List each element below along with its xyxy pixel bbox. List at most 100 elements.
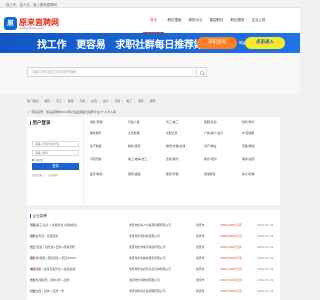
category-grid: 销售/营销 行政人事 普工/技工 客服/售后 财务/审计 餐饮服务 文员助理 文…	[87, 117, 280, 205]
job-city: 重庆市	[196, 245, 205, 249]
category-link[interactable]: 文职文员	[166, 131, 178, 135]
category-link[interactable]: 医疗/制药	[90, 172, 103, 176]
job-row[interactable]: [急] 服务员/收银 | 包吃包住 +转正5000+ 重庆市优秀餐饮服务有限公司 …	[30, 256, 277, 265]
category-link[interactable]: 客服/售后	[204, 120, 217, 124]
job-company[interactable]: 重庆市优秀物流有限公司	[129, 278, 160, 282]
job-row[interactable]: [急] 招聘业务员，无需经验 重庆市优秀科技有限公司 重庆市 5000-8000元…	[30, 234, 277, 243]
site-logo[interactable]: 原 原来直聘网 www.yuanlai.com	[4, 17, 66, 32]
nav-item-direct-jobs[interactable]: 直招职位	[206, 8, 227, 33]
notice-text: 原来直聘：原来直聘网2024年记住最新职位招聘平台1个人才入库	[31, 110, 116, 114]
category-link[interactable]: IT/互联网	[242, 131, 254, 135]
job-city: 重庆市	[196, 278, 205, 282]
job-salary: 3000-6000元/月	[220, 223, 242, 227]
checkbox-icon	[32, 158, 35, 162]
hot-item[interactable]: 行政	[115, 99, 121, 103]
section-title: 企业急聘	[30, 214, 47, 219]
job-row[interactable]: [急] 电话客服 | 坐班无需外出 +底薪提成 重庆市优秀商务信息咨询有限公司 重…	[30, 267, 277, 276]
promo-banner[interactable]: 找工作 更容易 求职社群每日推荐好工作 求职咨询 聘留一对一 点击进入	[0, 33, 300, 53]
main-panel: 用户登录 记住我 登录 免费注册 | 忘记密码 销售/营销 行政人事 普工/技工…	[27, 117, 280, 205]
nav-item-resume-center[interactable]: 简历中心	[185, 8, 206, 33]
hot-item[interactable]: 销售	[44, 99, 50, 103]
hot-searches: 热门搜索： 销售 | 普工 | 客服 | 司机 | 文员 | 会计 | 行政 | 电工 | 保安…	[27, 99, 156, 103]
category-link[interactable]: 司机驾驶	[90, 157, 102, 161]
hot-item[interactable]: 会计	[103, 99, 109, 103]
category-link[interactable]: 其他职位	[204, 172, 216, 176]
job-salary: 4000-6000元/月	[220, 256, 242, 260]
category-link[interactable]: 普工/技工	[166, 120, 179, 124]
category-link[interactable]: 餐饮服务	[90, 131, 102, 135]
search-input[interactable]	[27, 67, 197, 77]
search-button[interactable]	[197, 67, 207, 77]
job-date: 2024-07-29	[257, 245, 274, 249]
category-link[interactable]: 物流/仓储/交通	[166, 144, 185, 148]
login-panel: 用户登录 记住我 登录 免费注册 | 忘记密码	[27, 117, 84, 205]
category-link[interactable]: 电子/机械	[242, 172, 255, 176]
job-row[interactable]: [急] 平面/美工/设计 +免费培训+提供食宿 重庆市优秀人力资源管理有限公司 重…	[30, 223, 277, 232]
hot-item[interactable]: 电工	[126, 99, 132, 103]
hot-item[interactable]: 厨师	[150, 99, 156, 103]
remember-checkbox[interactable]: 记住我	[32, 158, 43, 162]
hot-item[interactable]: 普工	[56, 99, 62, 103]
logo-domain: www.yuanlai.com	[19, 26, 44, 30]
category-link[interactable]: 教育/培训	[204, 157, 217, 161]
category-link[interactable]: 广告/媒介/设计	[204, 131, 223, 135]
register-links[interactable]: 免费注册 | 忘记密码	[32, 173, 58, 177]
category-link[interactable]: 文员助理	[128, 131, 140, 135]
job-date: 2024-07-29	[257, 278, 274, 282]
job-date: 2024-07-29	[257, 256, 274, 260]
category-link[interactable]: 生产制造	[90, 144, 102, 148]
search-area	[0, 53, 300, 94]
job-salary: 4000-5500元/月	[220, 278, 242, 282]
job-company[interactable]: 重庆市优秀餐饮服务有限公司	[129, 256, 165, 260]
username-field[interactable]	[32, 141, 79, 147]
login-title: 用户登录	[30, 120, 51, 126]
category-link[interactable]: 房产/物业	[204, 144, 217, 148]
job-city: 重庆市	[196, 267, 205, 271]
category-link[interactable]: 餐饮/酒店	[128, 144, 141, 148]
category-link[interactable]: 电商/运营	[242, 157, 255, 161]
job-date: 2024-07-29	[257, 267, 274, 271]
job-row[interactable]: [急] 行政文员 | 双休 +五险一金 重庆市优秀企业管理有限公司 重庆市 350…	[30, 289, 277, 298]
job-salary: 4000-7000元/月	[220, 267, 242, 271]
banner-headline: 找工作 更容易 求职社群每日推荐好工作	[37, 40, 224, 51]
top-utility-bar: 找工作，招人才，就上原来直聘网	[0, 0, 300, 8]
category-link[interactable]: 财务/审计	[242, 120, 255, 124]
search-icon	[199, 70, 205, 76]
job-row[interactable]: [急] 普工/包装 | 包吃住+五险+周末双休 重庆市优秀电子科技有限公司 重庆市…	[30, 245, 277, 254]
category-link[interactable]: 电工/电焊/化工	[128, 157, 147, 161]
category-link[interactable]: 保险/金融	[128, 172, 141, 176]
job-company[interactable]: 重庆市优秀人力资源管理有限公司	[129, 223, 171, 227]
nav-item-job-services[interactable]: 职位服务	[227, 8, 248, 33]
hot-item[interactable]: 客服	[68, 99, 74, 103]
notice-bar[interactable]: ♫ 原来直聘：原来直聘网2024年记住最新职位招聘平台1个人才入库	[27, 110, 116, 114]
job-company[interactable]: 重庆市优秀企业管理有限公司	[129, 289, 165, 293]
job-company[interactable]: 重庆市优秀科技有限公司	[129, 234, 160, 238]
hot-label: 热门搜索：	[27, 99, 42, 103]
category-link[interactable]: 影视/娱乐	[166, 157, 179, 161]
top-links[interactable]: 找工作，招人才，就上原来直聘网	[6, 2, 57, 7]
job-city: 重庆市	[196, 289, 205, 293]
job-company[interactable]: 重庆市优秀电子科技有限公司	[129, 245, 165, 249]
category-link[interactable]: 行政人事	[128, 120, 140, 124]
job-salary: 3500-5000元/月	[220, 289, 242, 293]
job-date: 2024-07-29	[257, 234, 274, 238]
nav-item-company-join[interactable]: 企业入驻	[248, 8, 269, 33]
enter-button[interactable]: 点击进入	[245, 37, 285, 49]
login-button[interactable]: 登录	[32, 163, 79, 170]
nav-item-job-search[interactable]: 职位搜索	[164, 8, 185, 33]
hot-item[interactable]: 文员	[91, 99, 97, 103]
hot-item[interactable]: 司机	[79, 99, 85, 103]
category-link[interactable]: 能源/环保	[166, 172, 179, 176]
password-field[interactable]	[32, 150, 79, 156]
category-link[interactable]: 销售/营销	[90, 120, 103, 124]
category-link[interactable]: 家政/保洁	[242, 144, 255, 148]
job-row[interactable]: [急] 仓管员/理货员 | 月休4天 +五险 重庆市优秀物流有限公司 重庆市 40…	[30, 278, 277, 287]
nav-item-home[interactable]: 首页	[143, 8, 164, 33]
job-company[interactable]: 重庆市优秀商务信息咨询有限公司	[129, 267, 171, 271]
remember-label: 记住我	[35, 159, 43, 162]
hot-item[interactable]: 保安	[138, 99, 144, 103]
main-nav: 首页 职位搜索 简历中心 直招职位 职位服务 企业入驻	[143, 8, 269, 33]
consult-button[interactable]: 求职咨询	[197, 37, 237, 49]
job-date: 2024-07-29	[257, 289, 274, 293]
job-city: 重庆市	[196, 234, 205, 238]
